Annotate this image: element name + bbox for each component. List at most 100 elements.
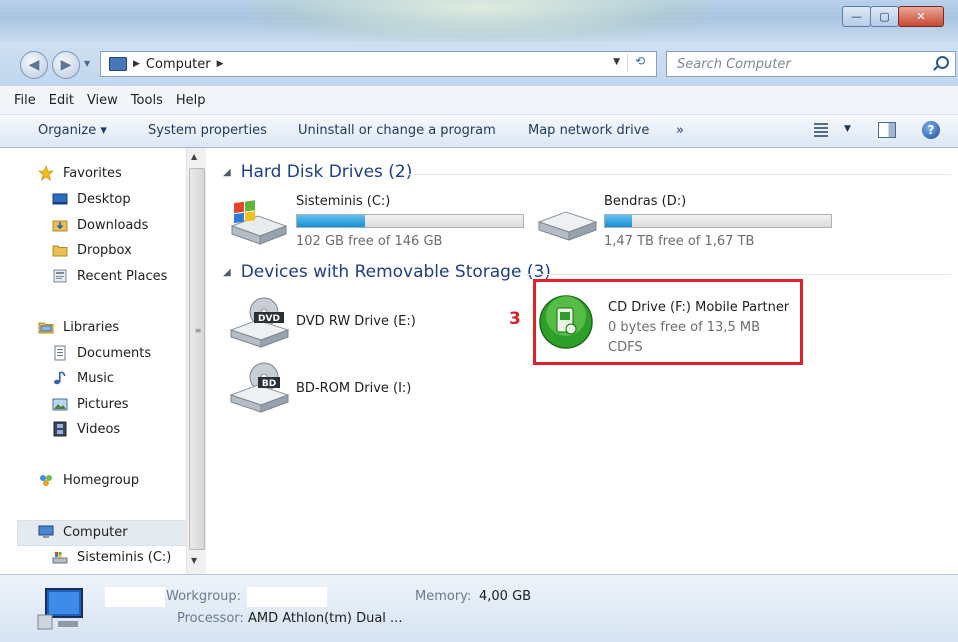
nav-item-computer[interactable]: Computer xyxy=(38,521,128,543)
menu-edit[interactable]: Edit xyxy=(49,93,74,108)
scroll-thumb[interactable]: ≡ xyxy=(189,168,205,550)
nav-label-videos: Videos xyxy=(77,421,121,437)
computer-icon xyxy=(38,525,54,538)
nav-label-dropbox: Dropbox xyxy=(77,242,132,258)
command-bar: Organize ▾ System properties Uninstall o… xyxy=(0,115,958,148)
nav-label-libraries: Libraries xyxy=(63,319,120,335)
breadcrumb-computer[interactable]: Computer xyxy=(146,57,211,72)
drive-d-name: Bendras (D:) xyxy=(604,194,687,209)
pictures-icon xyxy=(52,398,68,411)
menu-tools[interactable]: Tools xyxy=(131,93,163,108)
drive-e-dvd[interactable]: DVD DVD RW Drive (E:) xyxy=(228,296,488,348)
drive-f-cd[interactable]: CD Drive (F:) Mobile Partner 0 bytes fre… xyxy=(538,292,794,355)
drive-d-free-space: 1,47 TB free of 1,67 TB xyxy=(604,234,755,249)
nav-item-music[interactable]: Music xyxy=(52,367,114,389)
libraries-icon xyxy=(38,322,54,334)
redacted-computer-name xyxy=(105,587,165,607)
forward-arrow-icon: ▶ xyxy=(60,57,72,73)
uninstall-program-button[interactable]: Uninstall or change a program xyxy=(298,123,496,138)
address-dropdown-icon[interactable]: ▼ xyxy=(613,57,620,67)
nav-item-libraries[interactable]: Libraries xyxy=(38,316,119,338)
nav-item-desktop[interactable]: Desktop xyxy=(52,188,131,210)
nav-label-pictures: Pictures xyxy=(77,396,129,412)
drive-f-name: CD Drive (F:) Mobile Partner xyxy=(608,300,790,315)
drive-f-filesystem: CDFS xyxy=(608,340,643,355)
minimize-button[interactable]: — xyxy=(842,6,871,27)
bd-rom-drive-icon: BD xyxy=(229,362,290,413)
menu-view[interactable]: View xyxy=(87,93,118,108)
documents-icon xyxy=(54,345,66,361)
drive-c[interactable]: Sisteminis (C:) 102 GB free of 146 GB xyxy=(228,194,528,250)
nav-item-downloads[interactable]: Downloads xyxy=(52,214,148,236)
nav-item-homegroup[interactable]: Homegroup xyxy=(38,469,139,491)
search-icon[interactable] xyxy=(936,56,949,69)
system-drive-icon xyxy=(52,552,68,564)
nav-item-documents[interactable]: Documents xyxy=(52,342,151,364)
drive-i-bd[interactable]: BD BD-ROM Drive (I:) xyxy=(228,361,488,413)
nav-item-dropbox[interactable]: Dropbox xyxy=(52,239,132,261)
back-button[interactable]: ◀ xyxy=(20,51,48,79)
menu-help[interactable]: Help xyxy=(176,93,206,108)
music-note-icon xyxy=(54,371,66,385)
maximize-button[interactable]: ▢ xyxy=(870,6,899,27)
group-header-hard-disk[interactable]: ◢ Hard Disk Drives (2) xyxy=(223,162,412,182)
more-commands-button[interactable]: » xyxy=(676,123,684,138)
drive-c-usage-fill xyxy=(297,215,365,227)
view-dropdown-icon[interactable]: ▼ xyxy=(844,124,851,134)
computer-icon xyxy=(109,57,127,71)
group-title-hard-disk: Hard Disk Drives (2) xyxy=(240,162,413,182)
drive-c-usage-bar xyxy=(296,214,524,228)
organize-button[interactable]: Organize ▾ xyxy=(38,123,107,138)
search-input[interactable]: Search Computer xyxy=(666,51,956,77)
nav-label-homegroup: Homegroup xyxy=(63,472,140,488)
group-title-removable: Devices with Removable Storage (3) xyxy=(240,262,551,282)
close-button[interactable]: ✕ xyxy=(898,6,944,27)
homegroup-icon xyxy=(40,475,52,486)
collapse-triangle-icon[interactable]: ◢ xyxy=(223,267,231,278)
nav-label-recent-places: Recent Places xyxy=(77,268,168,284)
refresh-icon[interactable]: ⟲ xyxy=(627,54,652,72)
breadcrumb-arrow-icon[interactable]: ▶ xyxy=(217,59,224,69)
caption-buttons: — ▢ ✕ xyxy=(842,6,944,27)
nav-label-downloads: Downloads xyxy=(77,217,149,233)
processor-value: AMD Athlon(tm) Dual ... xyxy=(248,611,403,626)
map-network-drive-button[interactable]: Map network drive xyxy=(528,123,649,138)
group-divider xyxy=(524,274,951,275)
nav-scrollbar[interactable]: ▲ ≡ ▼ xyxy=(186,148,206,574)
address-row: ◀ ▶ ▼ ▶ Computer ▶ ▼ ⟲ Search Computer xyxy=(0,42,958,86)
system-drive-icon xyxy=(230,200,288,245)
collapse-triangle-icon[interactable]: ◢ xyxy=(223,167,231,178)
search-placeholder: Search Computer xyxy=(677,56,791,72)
menu-file[interactable]: File xyxy=(14,93,36,108)
videos-film-icon xyxy=(53,421,67,437)
folder-icon xyxy=(52,245,68,257)
system-properties-button[interactable]: System properties xyxy=(148,123,267,138)
nav-label-documents: Documents xyxy=(77,345,152,361)
nav-item-sisteminis[interactable]: Sisteminis (C:) xyxy=(52,546,171,568)
scroll-grip-icon: ≡ xyxy=(194,326,202,335)
mobile-partner-icon xyxy=(539,295,593,349)
nav-item-favorites[interactable]: Favorites xyxy=(38,162,122,184)
content-pane: ◢ Hard Disk Drives (2) Sisteminis (C:) 1… xyxy=(206,148,958,574)
recent-pages-dropdown-icon[interactable]: ▼ xyxy=(84,59,90,68)
scroll-up-icon[interactable]: ▲ xyxy=(191,152,197,161)
forward-button[interactable]: ▶ xyxy=(52,51,80,79)
address-bar[interactable]: ▶ Computer ▶ ▼ ⟲ xyxy=(100,51,657,77)
nav-item-recent-places[interactable]: Recent Places xyxy=(52,265,167,287)
menu-bar: File Edit View Tools Help xyxy=(0,86,958,115)
breadcrumb-arrow-icon[interactable]: ▶ xyxy=(133,59,140,69)
workgroup-label: Workgroup: xyxy=(166,589,242,604)
preview-pane-icon[interactable] xyxy=(878,122,896,138)
memory-value: 4,00 GB xyxy=(479,589,532,604)
scroll-down-icon[interactable]: ▼ xyxy=(191,556,197,565)
annotation-number: 3 xyxy=(509,309,521,329)
nav-item-videos[interactable]: Videos xyxy=(52,418,120,440)
star-icon xyxy=(38,165,54,181)
memory-label: Memory: xyxy=(415,589,472,604)
drive-f-free-space: 0 bytes free of 13,5 MB xyxy=(608,320,760,335)
change-view-icon[interactable] xyxy=(814,123,828,137)
drive-d[interactable]: Bendras (D:) 1,47 TB free of 1,67 TB xyxy=(536,194,836,250)
help-icon[interactable]: ? xyxy=(922,121,940,139)
nav-item-pictures[interactable]: Pictures xyxy=(52,393,128,415)
group-header-removable[interactable]: ◢ Devices with Removable Storage (3) xyxy=(223,262,551,282)
